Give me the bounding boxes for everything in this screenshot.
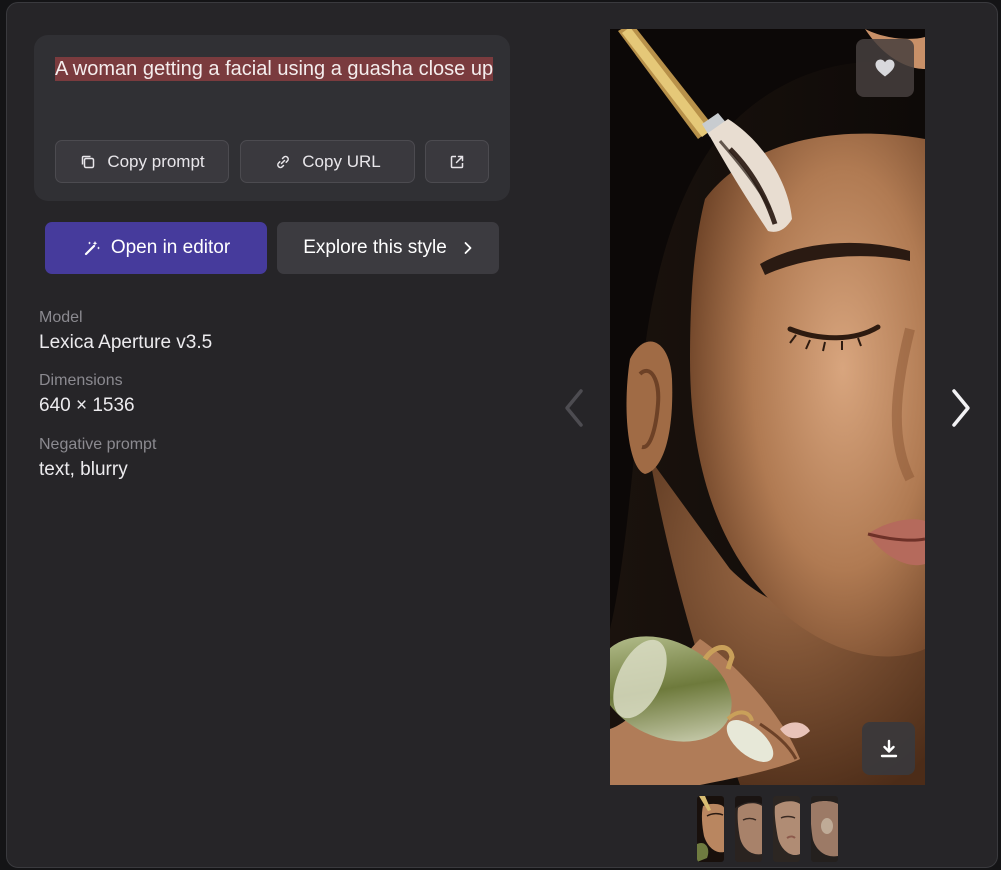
dimensions-detail: Dimensions 640 × 1536 [39, 371, 135, 419]
portrait-illustration [610, 29, 925, 785]
external-link-icon [450, 155, 464, 168]
model-label: Model [39, 309, 83, 326]
copy-prompt-label: Copy prompt [107, 151, 205, 171]
thumbnail-image [811, 796, 838, 862]
magic-wand-icon [84, 241, 100, 256]
prompt-text-highlight: A woman getting a facial using a guasha … [55, 57, 494, 81]
favorite-button[interactable] [856, 39, 914, 97]
model-detail: Model Lexica Aperture v3.5 [39, 308, 212, 356]
next-image-arrow-icon[interactable] [946, 385, 976, 431]
open-in-editor-label: Open in editor [110, 237, 231, 258]
open-in-editor-button[interactable]: Open in editor [45, 222, 267, 274]
dimensions-label: Dimensions [39, 372, 123, 389]
negative-prompt-label: Negative prompt [39, 436, 157, 453]
prompt-text[interactable]: A woman getting a facial using a guasha … [55, 53, 495, 85]
negative-prompt-value: text, blurry [39, 459, 128, 480]
copy-url-label: Copy URL [302, 151, 381, 171]
thumbnail-2[interactable] [735, 796, 762, 862]
model-value: Lexica Aperture v3.5 [39, 332, 213, 353]
dimensions-value: 640 × 1536 [39, 395, 135, 416]
explore-style-button[interactable]: Explore this style [277, 222, 499, 274]
link-icon [277, 155, 290, 168]
main-image[interactable] [610, 29, 925, 785]
copy-prompt-button[interactable]: Copy prompt [55, 140, 229, 183]
thumbnail-image [697, 796, 724, 862]
explore-style-label: Explore this style [303, 237, 447, 258]
thumbnail-3[interactable] [773, 796, 800, 862]
negative-prompt-detail: Negative prompt text, blurry [39, 435, 156, 483]
previous-image-arrow-icon[interactable] [559, 385, 589, 431]
prompt-card: A woman getting a facial using a guasha … [34, 35, 510, 201]
copy-icon [82, 155, 95, 168]
chevron-right-icon [464, 242, 472, 254]
copy-url-button[interactable]: Copy URL [240, 140, 415, 183]
download-button[interactable] [862, 722, 915, 775]
heart-icon [875, 59, 895, 77]
thumbnail-image [735, 796, 762, 862]
thumbnail-image [773, 796, 800, 862]
open-external-button[interactable] [425, 140, 489, 183]
thumbnail-4[interactable] [811, 796, 838, 862]
download-icon [880, 739, 897, 757]
thumbnail-1[interactable] [697, 796, 724, 862]
